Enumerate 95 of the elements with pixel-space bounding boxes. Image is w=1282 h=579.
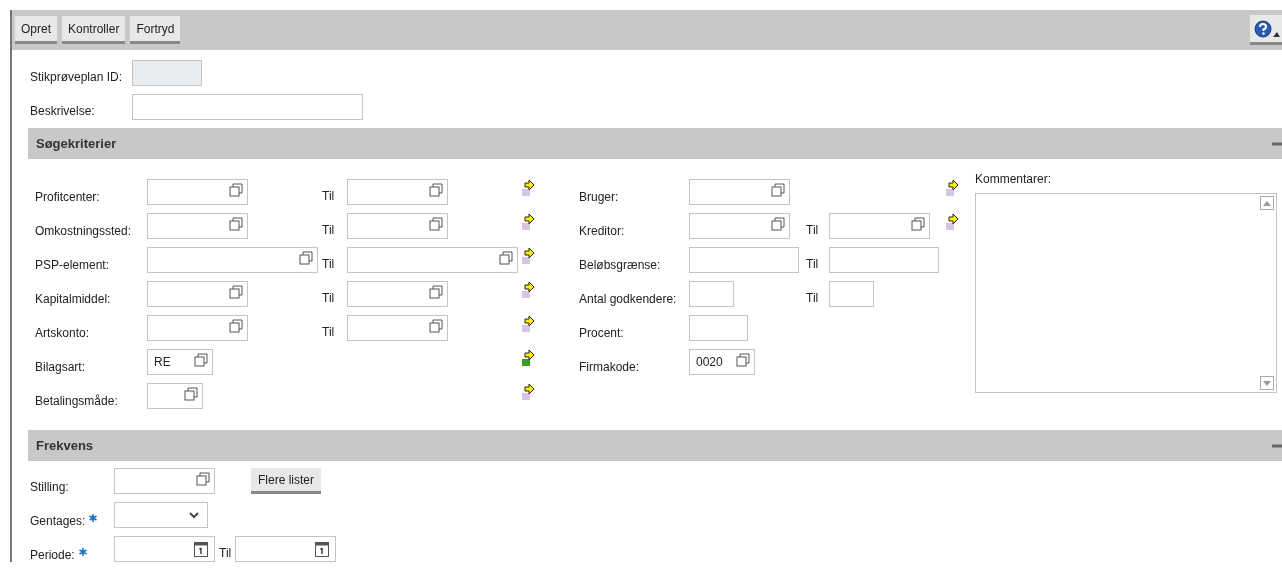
multiple-selection-icon[interactable]: [522, 247, 536, 265]
chevron-down-icon: [189, 511, 199, 519]
toolbar-button[interactable]: Opret: [15, 16, 57, 44]
range-label: Til: [219, 546, 232, 562]
range-label: Til: [806, 257, 820, 273]
lookup-icon[interactable]: [771, 183, 785, 197]
multiple-selection-icon[interactable]: [522, 383, 536, 401]
lookup-field[interactable]: [147, 315, 248, 341]
lookup-icon[interactable]: [194, 353, 208, 367]
lookup-field[interactable]: [147, 281, 248, 307]
range-label: Til: [322, 325, 336, 341]
lookup-field[interactable]: RE: [147, 349, 213, 375]
lookup-field[interactable]: [347, 281, 448, 307]
field-label: Bilagsart:: [35, 360, 87, 375]
multiple-selection-icon[interactable]: [946, 179, 960, 197]
multiple-selection-icon[interactable]: [946, 213, 960, 231]
field-label: Omkostningssted:: [35, 224, 133, 239]
more-lists-button[interactable]: Flere lister: [251, 468, 321, 494]
comment-field[interactable]: [975, 193, 1277, 393]
lookup-field[interactable]: [147, 383, 203, 409]
section-title: Frekvens: [35, 438, 94, 453]
lookup-icon[interactable]: [229, 285, 243, 299]
field-label: Periode:: [30, 548, 75, 562]
lookup-icon[interactable]: [771, 217, 785, 231]
field-label: Kommentarer:: [975, 172, 1053, 186]
range-label: Til: [806, 223, 820, 239]
date-field[interactable]: [114, 536, 215, 562]
lookup-field[interactable]: [347, 315, 448, 341]
lookup-icon[interactable]: [499, 251, 513, 265]
field-label: Artskonto:: [35, 326, 91, 341]
field-label: Kapitalmiddel:: [35, 292, 112, 307]
lookup-icon[interactable]: [229, 183, 243, 197]
field-label: Beskrivelse:: [30, 104, 96, 120]
field-label: Beløbsgrænse:: [579, 258, 662, 273]
field-label: Stilling:: [30, 480, 69, 494]
lookup-field[interactable]: [829, 213, 930, 239]
calendar-icon[interactable]: [194, 541, 208, 557]
field-label: Gentages:: [30, 514, 86, 528]
lookup-icon[interactable]: [229, 319, 243, 333]
input-field[interactable]: [689, 247, 799, 273]
section-title: Søgekriterier: [35, 136, 117, 151]
field-label: PSP-element:: [35, 258, 111, 273]
field-label: Procent:: [579, 326, 625, 341]
scroll-down-button[interactable]: [1260, 376, 1274, 390]
toolbar-button[interactable]: Fortryd: [130, 16, 181, 44]
field-label: Kreditor:: [579, 224, 626, 239]
multiple-selection-icon[interactable]: [522, 315, 536, 333]
lookup-icon[interactable]: [911, 217, 925, 231]
lookup-field[interactable]: [147, 179, 248, 205]
lookup-field[interactable]: [347, 179, 448, 205]
field-label: Stikprøveplan ID:: [30, 70, 124, 86]
field-label: Bruger:: [579, 190, 620, 205]
input-field[interactable]: [132, 94, 363, 120]
lookup-field[interactable]: [347, 213, 448, 239]
lookup-icon[interactable]: [429, 217, 443, 231]
range-label: Til: [322, 291, 336, 307]
lookup-field[interactable]: [689, 179, 790, 205]
down-triangle-icon: [1263, 380, 1271, 386]
input-field[interactable]: [689, 281, 734, 307]
input-field[interactable]: [829, 281, 874, 307]
lookup-field[interactable]: [147, 247, 318, 273]
lookup-icon[interactable]: [299, 251, 313, 265]
lookup-icon[interactable]: [196, 472, 210, 486]
lookup-icon[interactable]: [736, 353, 750, 367]
range-label: Til: [322, 223, 336, 239]
lookup-icon[interactable]: [429, 183, 443, 197]
up-triangle-icon: [1263, 200, 1271, 206]
multiple-selection-icon[interactable]: [522, 349, 536, 367]
field-label: Profitcenter:: [35, 190, 101, 205]
lookup-field[interactable]: [689, 213, 790, 239]
multiple-selection-icon[interactable]: [522, 213, 536, 231]
scroll-up-button[interactable]: [1260, 196, 1274, 210]
lookup-field[interactable]: [147, 213, 248, 239]
range-label: Til: [806, 291, 820, 307]
multiple-selection-icon[interactable]: [522, 281, 536, 299]
field-label: Firmakode:: [579, 360, 641, 375]
field-label: Betalingsmåde:: [35, 394, 119, 409]
range-label: Til: [322, 189, 336, 205]
lookup-field[interactable]: [114, 468, 215, 494]
help-button[interactable]: [1250, 15, 1282, 45]
lookup-icon[interactable]: [229, 217, 243, 231]
date-field[interactable]: [235, 536, 337, 562]
lookup-icon[interactable]: [429, 319, 443, 333]
lookup-icon[interactable]: [429, 285, 443, 299]
toolbar-button[interactable]: Kontroller: [62, 16, 126, 44]
calendar-icon[interactable]: [315, 541, 330, 557]
help-icon: [1254, 19, 1280, 38]
range-label: Til: [322, 257, 336, 273]
lookup-icon[interactable]: [184, 387, 198, 401]
field-label: Antal godkendere:: [579, 292, 678, 307]
multiple-selection-icon[interactable]: [522, 179, 536, 197]
lookup-field[interactable]: [347, 247, 518, 273]
input-field[interactable]: [829, 247, 939, 273]
input-field[interactable]: [689, 315, 748, 341]
lookup-field[interactable]: 0020: [689, 349, 755, 375]
